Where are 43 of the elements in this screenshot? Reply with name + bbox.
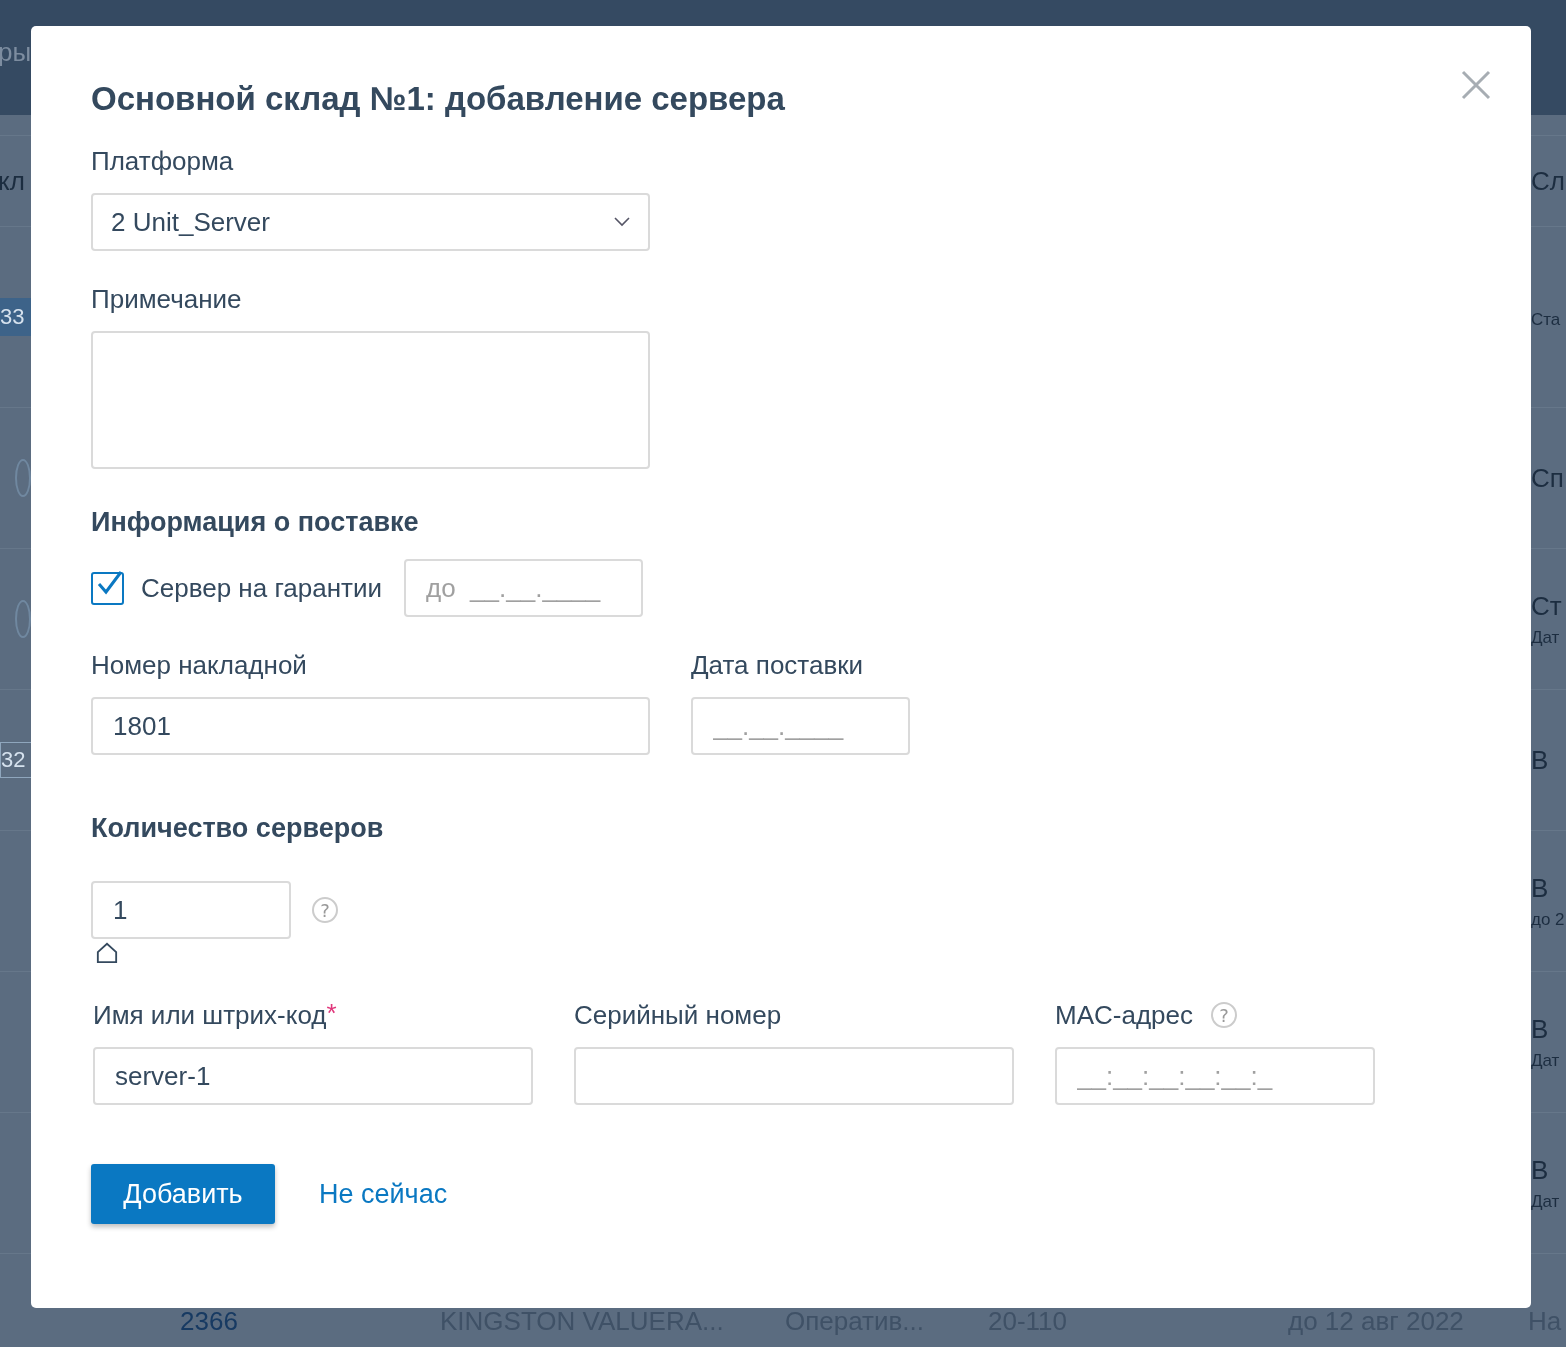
row-text: В (1531, 1013, 1550, 1045)
text-field[interactable] (574, 1047, 1014, 1105)
row-subtext: Дат (1531, 1191, 1561, 1212)
invoice-field[interactable]: 1801 (91, 697, 650, 755)
quantity-field[interactable]: 1 (91, 881, 291, 939)
warranty-date-field[interactable]: до __.__.____ (404, 559, 643, 617)
row-text: В (1531, 1154, 1550, 1186)
text-field[interactable]: server-1 (93, 1047, 533, 1105)
warranty-checkbox[interactable] (91, 571, 124, 605)
note-field[interactable] (91, 331, 650, 469)
row-subtext: до 2 (1531, 909, 1566, 930)
field-label: Номер накладной (91, 649, 308, 682)
field-label: Платформа (91, 145, 235, 178)
field-label: Имя или штрих-код (93, 999, 327, 1032)
row-text: В (1531, 744, 1550, 776)
field-label: Серийный номер (574, 999, 782, 1032)
platform-select[interactable]: 2 Unit_Server (91, 193, 650, 251)
cancel-link[interactable]: Не сейчас (319, 1178, 448, 1210)
field-label: Примечание (91, 283, 243, 316)
row-text: кл (0, 165, 25, 197)
section-heading: Информация о поставке (91, 506, 420, 539)
table-cell-text: 2366 (180, 1306, 239, 1337)
row-text: Ст (1531, 590, 1563, 622)
add-button[interactable]: Добавить (91, 1164, 275, 1224)
chevron-icon (614, 217, 630, 227)
delivery-date-field[interactable]: __.__.____ (691, 697, 910, 755)
id-badge: 33 (0, 298, 33, 336)
section-heading: Количество серверов (91, 812, 385, 845)
header-text: ры (0, 37, 32, 68)
row-subtext: Дат (1531, 1050, 1561, 1071)
close-icon[interactable] (1461, 70, 1491, 100)
required-mark: * (326, 998, 337, 1029)
text-field[interactable]: __:__:__:__:__:_ (1055, 1047, 1375, 1105)
row-subtext: Ста (1531, 310, 1562, 330)
field-label: MAC-адрес (1055, 999, 1193, 1032)
field-label: Дата поставки (691, 649, 865, 682)
checkbox-label: Сервер на гарантии (141, 572, 382, 604)
row-subtext: Дат (1531, 627, 1561, 648)
pentagon-icon (96, 942, 118, 964)
row-text: Сл (1531, 165, 1566, 197)
row-text: В (1531, 872, 1550, 904)
dialog-title: Основной склад №1: добавление сервера (91, 79, 786, 119)
row-text: Сп (1531, 462, 1565, 494)
